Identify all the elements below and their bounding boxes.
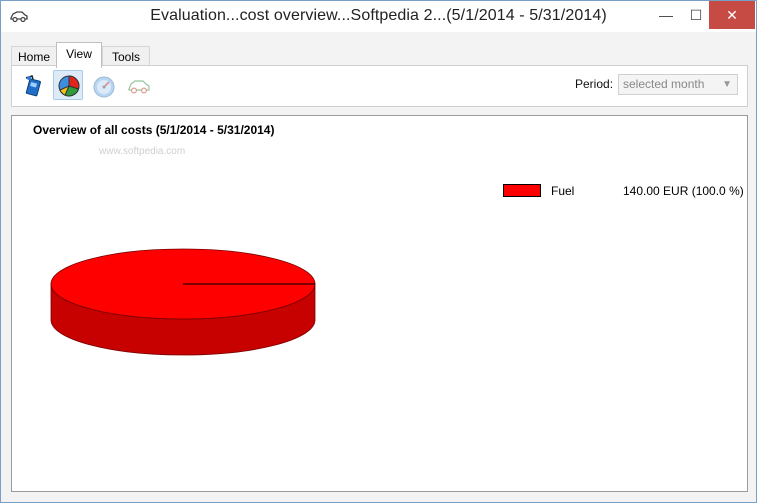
title-bar[interactable]: Evaluation...cost overview...Softpedia 2…: [1, 1, 756, 32]
close-button[interactable]: ✕: [709, 1, 755, 29]
period-select[interactable]: selected month ▼: [618, 74, 738, 95]
tab-view[interactable]: View: [56, 42, 102, 68]
period-label: Period:: [575, 77, 614, 91]
pie-chart-button[interactable]: [53, 70, 83, 100]
pie-chart: [50, 248, 316, 356]
car-button[interactable]: [123, 70, 153, 100]
fuel-button[interactable]: [18, 70, 48, 100]
ribbon-panel: Period: selected month ▼: [11, 65, 748, 107]
maximize-button[interactable]: ☐: [681, 1, 711, 29]
chart-panel: Overview of all costs (5/1/2014 - 5/31/2…: [11, 115, 748, 492]
app-window: Evaluation...cost overview...Softpedia 2…: [0, 0, 757, 503]
minimize-button[interactable]: —: [651, 1, 681, 29]
chevron-down-icon: ▼: [722, 79, 732, 90]
window-title: Evaluation...cost overview...Softpedia 2…: [150, 7, 607, 24]
period-value: selected month: [623, 77, 705, 91]
speedometer-button[interactable]: [88, 70, 118, 100]
